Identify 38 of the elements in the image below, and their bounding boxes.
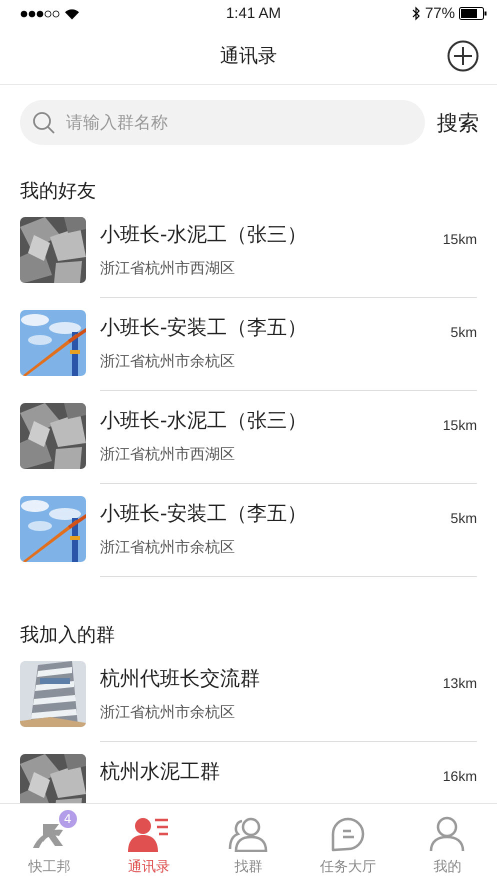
address-text: 浙江省杭州市西湖区 [100, 445, 236, 464]
contact-name: 小班长-安装工（李五） [100, 500, 308, 527]
distance-label: 5km [450, 324, 477, 340]
section-title: 我加入的群 [19, 623, 116, 648]
wifi-icon [64, 8, 80, 20]
tab-item[interactable]: 通讯录 [99, 804, 199, 883]
contact-name: 杭州水泥工群 [100, 758, 220, 785]
signal-icon [20, 8, 60, 18]
distance-label: 5km [450, 510, 477, 526]
contact-name: 杭州代班长交流群 [100, 665, 260, 692]
contact-name: 小班长-水泥工（张三） [100, 221, 308, 248]
search-field[interactable]: 请输入群名称 [20, 100, 425, 145]
search-button[interactable]: 搜索 [437, 108, 479, 136]
people-icon [228, 816, 270, 852]
address-text: 浙江省杭州市西湖区 [100, 259, 236, 278]
status-time: 1:41 AM [226, 5, 282, 22]
contacts-icon [128, 816, 170, 852]
tab-item[interactable]: 找群 [198, 804, 298, 883]
bluetooth-icon [412, 6, 421, 21]
contact-name: 小班长-安装工（李五） [100, 314, 308, 341]
distance-label: 15km [442, 231, 477, 247]
tab-item[interactable]: 任务大厅 [298, 804, 398, 883]
add-icon[interactable] [447, 40, 479, 72]
distance-label: 16km [442, 768, 477, 784]
battery-percent: 77% [424, 5, 455, 22]
page-title: 通讯录 [220, 44, 277, 68]
section-title: 我的好友 [19, 179, 97, 204]
search-icon [32, 111, 56, 135]
address-text: 浙江省杭州市余杭区 [100, 352, 236, 371]
distance-label: 13km [442, 675, 477, 691]
tab-item[interactable]: 4 快工邦 [0, 804, 100, 883]
battery-icon [458, 7, 487, 20]
contact-name: 小班长-水泥工（张三） [100, 407, 308, 434]
distance-label: 15km [442, 417, 477, 433]
address-text: 浙江省杭州市余杭区 [100, 538, 236, 557]
address-text: 浙江省杭州市余杭区 [100, 703, 236, 722]
count-badge: 4 [58, 810, 77, 828]
tab-item[interactable]: 我的 [398, 804, 497, 883]
